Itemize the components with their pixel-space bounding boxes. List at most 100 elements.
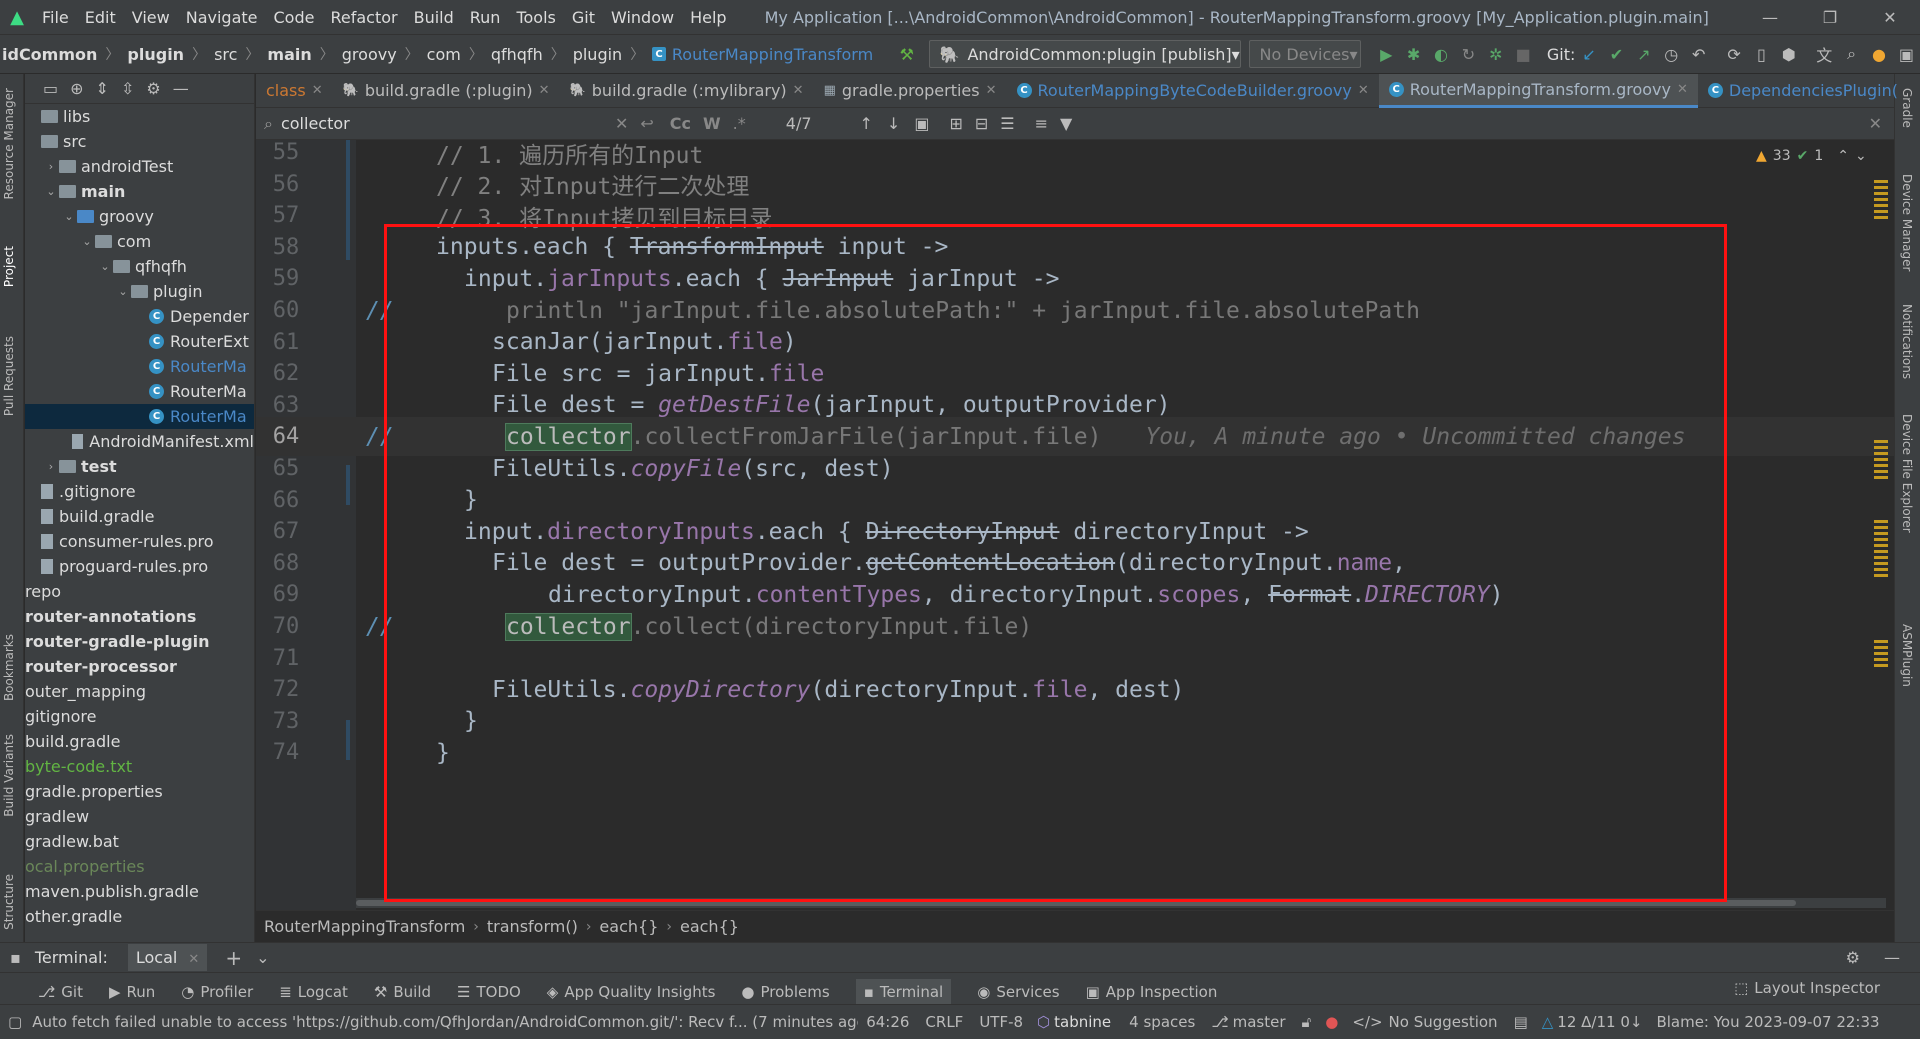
chevron-down-icon[interactable]: ⌄	[1855, 148, 1867, 164]
tree-item[interactable]: ⌄ com	[25, 229, 254, 254]
tool-window-terminal[interactable]: ▪ Terminal	[855, 979, 952, 1005]
build-hammer-icon[interactable]: ⚒	[893, 40, 920, 68]
lock-icon[interactable]: 🔓︎	[1302, 1013, 1312, 1031]
tree-item[interactable]: gradle.properties	[25, 779, 254, 804]
menu-item-file[interactable]: File	[34, 8, 77, 27]
run-icon[interactable]: ▶	[1373, 40, 1400, 68]
gear-icon[interactable]: ⚙	[1846, 948, 1860, 967]
tree-item[interactable]: build.gradle	[25, 504, 254, 529]
translate-icon[interactable]: 文	[1811, 40, 1838, 68]
inspection-widget[interactable]: ▲ 33 ✔ 1 ⌃ ⌄	[1756, 148, 1867, 164]
close-tab-icon[interactable]: ✕	[1677, 82, 1688, 97]
close-find-icon[interactable]: ✕	[1869, 114, 1882, 133]
tree-item[interactable]: C RouterMa	[25, 354, 254, 379]
menu-item-navigate[interactable]: Navigate	[178, 8, 266, 27]
tree-item[interactable]: › test	[25, 454, 254, 479]
tool-window-git[interactable]: ⎇ Git	[38, 983, 83, 1001]
menu-item-tools[interactable]: Tools	[508, 8, 563, 27]
status-message[interactable]: Auto fetch failed unable to access 'http…	[32, 1013, 858, 1031]
tree-item[interactable]: proguard-rules.pro	[25, 554, 254, 579]
expand-arrow-icon[interactable]: ›	[43, 460, 59, 473]
breadcrumb-item[interactable]: main	[267, 45, 311, 64]
regex-toggle[interactable]: .*	[733, 114, 746, 133]
tree-item[interactable]: gradlew.bat	[25, 829, 254, 854]
blame-status[interactable]: Blame: You 2023-09-07 22:33	[1656, 1013, 1879, 1031]
add-terminal-icon[interactable]: +	[225, 946, 242, 970]
editor-tab[interactable]: C DependenciesPlugin(	[1698, 74, 1908, 108]
history-icon[interactable]: ◷	[1658, 40, 1685, 68]
menu-item-run[interactable]: Run	[462, 8, 509, 27]
close-tab-icon[interactable]: ✕	[539, 83, 550, 98]
book-icon[interactable]: ▤	[1514, 1013, 1528, 1031]
tree-item[interactable]: gradlew	[25, 804, 254, 829]
gradle-sync-icon[interactable]: ⟳	[1720, 40, 1747, 68]
update-icon[interactable]: ●	[1865, 40, 1892, 68]
tool-window-profiler[interactable]: ◔ Profiler	[181, 983, 253, 1001]
expand-arrow-icon[interactable]: ⌄	[43, 185, 59, 198]
menu-item-view[interactable]: View	[124, 8, 178, 27]
hide-icon[interactable]: —	[1884, 948, 1900, 967]
tree-item[interactable]: libs	[25, 104, 254, 129]
notifications-tab[interactable]: Notifications	[1900, 304, 1914, 379]
tool-window-todo[interactable]: ☰ TODO	[457, 983, 521, 1001]
git-changes[interactable]: 12 Δ/11 0↓	[1557, 1013, 1642, 1031]
menu-item-window[interactable]: Window	[603, 8, 682, 27]
menu-item-help[interactable]: Help	[682, 8, 734, 27]
horizontal-scrollbar[interactable]	[356, 898, 1886, 908]
close-window-icon[interactable]: ✕	[1860, 0, 1920, 34]
tree-item[interactable]: router-annotations	[25, 604, 254, 629]
select-occurrences-icon[interactable]: ☰	[1000, 114, 1014, 133]
breadcrumb-current-file[interactable]: RouterMappingTransform	[672, 45, 873, 64]
expand-arrow-icon[interactable]: ⌄	[61, 210, 77, 223]
tree-item[interactable]: router-processor	[25, 654, 254, 679]
whole-word-toggle[interactable]: W	[703, 114, 721, 133]
search-input[interactable]	[280, 114, 601, 133]
git-commit-icon[interactable]: ✔	[1603, 40, 1630, 68]
git-push-icon[interactable]: ↗	[1630, 40, 1657, 68]
menu-item-build[interactable]: Build	[406, 8, 462, 27]
tree-item[interactable]: src	[25, 129, 254, 154]
select-all-icon[interactable]: ▣	[914, 114, 929, 133]
chevron-up-icon[interactable]: ⌃	[1837, 148, 1849, 164]
close-tab-icon[interactable]: ✕	[793, 83, 804, 98]
tool-window-services[interactable]: ◉ Services	[977, 983, 1059, 1001]
close-tab-icon[interactable]: ✕	[1358, 83, 1369, 98]
expand-arrow-icon[interactable]: ⌄	[97, 260, 113, 273]
breadcrumb-item[interactable]: groovy	[342, 45, 397, 64]
tree-item[interactable]: router-gradle-plugin	[25, 629, 254, 654]
minimize-icon[interactable]: —	[1740, 0, 1800, 34]
file-encoding[interactable]: UTF-8	[979, 1013, 1023, 1031]
status-window-icon[interactable]: ▢	[8, 1013, 22, 1031]
editor-tab[interactable]: 🐘 build.gradle (:mylibrary) ✕	[560, 74, 814, 108]
editor-breadcrumb-item[interactable]: each{}	[680, 917, 739, 936]
indent-setting[interactable]: 4 spaces	[1129, 1013, 1195, 1031]
previous-match-icon[interactable]: ↑	[860, 114, 873, 133]
suggestion-status[interactable]: No Suggestion	[1389, 1013, 1498, 1031]
tree-item[interactable]: C RouterMa	[25, 379, 254, 404]
restore-icon[interactable]: ❐	[1800, 0, 1860, 34]
close-tab-icon[interactable]: ✕	[312, 83, 323, 98]
close-icon[interactable]: ✕	[188, 952, 199, 967]
build-variants-tab[interactable]: Build Variants	[2, 734, 16, 817]
menu-item-refactor[interactable]: Refactor	[322, 8, 405, 27]
tree-item[interactable]: byte-code.txt	[25, 754, 254, 779]
tool-window-app-quality-insights[interactable]: ◈ App Quality Insights	[547, 983, 716, 1001]
layout-inspector-button[interactable]: ⬚ Layout Inspector	[1734, 979, 1880, 997]
tree-item[interactable]: consumer-rules.pro	[25, 529, 254, 554]
breadcrumb-item[interactable]: idCommon	[2, 45, 97, 64]
add-occurrence-icon[interactable]: ⊞	[949, 114, 962, 133]
structure-tab[interactable]: Structure	[2, 874, 16, 930]
stop-icon[interactable]: ■	[1510, 40, 1537, 68]
new-line-icon[interactable]: ↩	[640, 114, 653, 133]
sdk-manager-icon[interactable]: ⬢	[1775, 40, 1802, 68]
editor-breadcrumb-item[interactable]: RouterMappingTransform	[264, 917, 465, 936]
tool-window-problems[interactable]: ● Problems	[741, 983, 829, 1001]
menu-item-git[interactable]: Git	[564, 8, 603, 27]
expand-arrow-icon[interactable]: ›	[43, 160, 59, 173]
tree-item[interactable]: ⌄ main	[25, 179, 254, 204]
tree-item[interactable]: maven.publish.gradle	[25, 879, 254, 904]
code-line[interactable]: 74}	[256, 733, 1894, 772]
search-icon[interactable]: ⌕	[1838, 40, 1865, 68]
tool-window-run[interactable]: ▶ Run	[109, 983, 155, 1001]
avatar[interactable]: ▣	[1893, 40, 1920, 68]
